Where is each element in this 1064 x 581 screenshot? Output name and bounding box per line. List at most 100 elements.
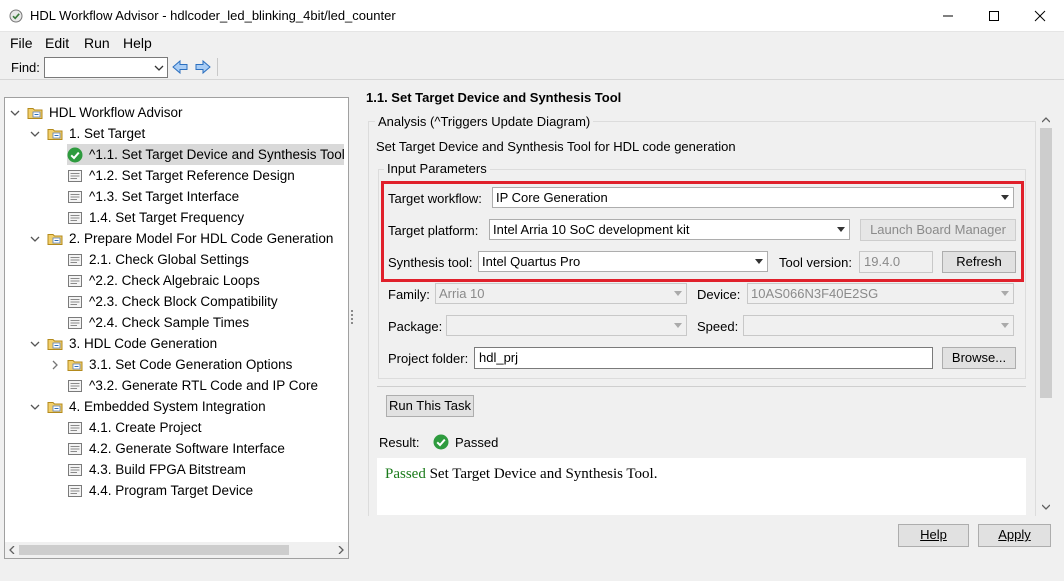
tree-item-label: 4.4. Program Target Device xyxy=(89,483,254,498)
package-label: Package: xyxy=(388,319,443,334)
input-parameters-legend: Input Parameters xyxy=(384,161,490,176)
synthesis-tool-select[interactable]: Intel Quartus Pro xyxy=(478,251,768,272)
tree-item-label: ^1.1. Set Target Device and Synthesis To… xyxy=(89,147,345,162)
folder-icon xyxy=(47,126,63,142)
tree-item[interactable]: ^1.2. Set Target Reference Design xyxy=(49,165,295,186)
arrow-right-icon[interactable] xyxy=(194,59,212,75)
tree-item[interactable]: 2. Prepare Model For HDL Code Generation xyxy=(29,228,333,249)
minimize-button[interactable] xyxy=(925,0,971,31)
find-combobox[interactable] xyxy=(44,57,168,78)
menu-file[interactable]: File xyxy=(10,35,33,51)
tree-item[interactable]: 4. Embedded System Integration xyxy=(29,396,266,417)
refresh-button[interactable]: Refresh xyxy=(942,251,1016,273)
folder-icon xyxy=(47,399,63,415)
menu-edit[interactable]: Edit xyxy=(45,35,69,51)
app-icon xyxy=(9,9,23,23)
task-page-icon xyxy=(67,378,83,394)
tree-item[interactable]: ^2.4. Check Sample Times xyxy=(49,312,249,333)
tool-version-field: 19.4.0 xyxy=(859,251,933,273)
target-workflow-select[interactable]: IP Core Generation xyxy=(492,187,1014,208)
close-button[interactable] xyxy=(1017,0,1063,31)
tree-item-label: 1.4. Set Target Frequency xyxy=(89,210,245,225)
device-value: 10AS066N3F40E2SG xyxy=(751,286,879,301)
run-task-button[interactable]: Run This Task xyxy=(386,395,474,417)
task-page-icon xyxy=(67,273,83,289)
task-page-icon xyxy=(67,189,83,205)
target-platform-value: Intel Arria 10 SoC development kit xyxy=(493,222,690,237)
device-label: Device: xyxy=(697,287,741,302)
maximize-button[interactable] xyxy=(971,0,1017,31)
tree-item[interactable]: 4.2. Generate Software Interface xyxy=(49,438,285,459)
task-page-icon xyxy=(67,252,83,268)
tree-item[interactable]: 3.1. Set Code Generation Options xyxy=(49,354,292,375)
help-button-label: Help xyxy=(920,527,947,542)
tree-item[interactable]: 4.3. Build FPGA Bitstream xyxy=(49,459,246,480)
chevron-down-icon[interactable] xyxy=(9,107,21,119)
scroll-up-icon[interactable] xyxy=(1042,116,1050,124)
tree-item-label: ^2.3. Check Block Compatibility xyxy=(89,294,278,309)
tree-item[interactable]: 4.4. Program Target Device xyxy=(49,480,253,501)
arrow-left-icon[interactable] xyxy=(171,59,189,75)
tree-item-label: 3.1. Set Code Generation Options xyxy=(89,357,293,372)
chevron-down-icon[interactable] xyxy=(29,128,41,140)
apply-button[interactable]: Apply xyxy=(978,524,1051,547)
content-scroll-thumb[interactable] xyxy=(1040,128,1052,398)
apply-button-label: Apply xyxy=(998,527,1031,542)
scroll-left-icon[interactable] xyxy=(8,546,16,554)
synthesis-tool-value: Intel Quartus Pro xyxy=(482,254,581,269)
tree-item-label: 4.1. Create Project xyxy=(89,420,202,435)
speed-select[interactable] xyxy=(743,315,1014,336)
tree-scroll-thumb[interactable] xyxy=(19,545,289,555)
chevron-down-icon[interactable] xyxy=(29,233,41,245)
minimize-icon xyxy=(943,15,953,16)
tree-horizontal-scrollbar[interactable] xyxy=(5,542,348,558)
dropdown-arrow-icon xyxy=(1001,323,1009,328)
tree-item-label: ^3.2. Generate RTL Code and IP Core xyxy=(89,378,318,393)
browse-button[interactable]: Browse... xyxy=(942,347,1016,369)
family-select[interactable]: Arria 10 xyxy=(435,283,687,304)
tree-item[interactable]: ^2.2. Check Algebraic Loops xyxy=(49,270,260,291)
menu-bar: File Edit Run Help xyxy=(0,32,1064,54)
tree-item[interactable]: 1. Set Target xyxy=(29,123,145,144)
task-page-icon xyxy=(67,210,83,226)
chevron-down-icon[interactable] xyxy=(29,338,41,350)
tree-item[interactable]: 4.1. Create Project xyxy=(49,417,202,438)
tree-item[interactable]: HDL Workflow Advisor xyxy=(9,102,183,123)
device-select[interactable]: 10AS066N3F40E2SG xyxy=(747,283,1014,304)
target-platform-select[interactable]: Intel Arria 10 SoC development kit xyxy=(489,219,850,240)
menu-run[interactable]: Run xyxy=(84,35,110,51)
launch-board-manager-button[interactable]: Launch Board Manager xyxy=(860,219,1016,241)
tree-item[interactable]: ^1.1. Set Target Device and Synthesis To… xyxy=(67,144,345,165)
chevron-right-icon[interactable] xyxy=(49,359,61,371)
tree-item-label: ^1.2. Set Target Reference Design xyxy=(89,168,295,183)
splitter-grip[interactable] xyxy=(351,310,354,328)
package-select[interactable] xyxy=(446,315,687,336)
tree-item[interactable]: ^2.3. Check Block Compatibility xyxy=(49,291,278,312)
project-folder-input[interactable]: hdl_prj xyxy=(474,347,933,369)
tree-item[interactable]: ^1.3. Set Target Interface xyxy=(49,186,239,207)
tree-item[interactable]: ^3.2. Generate RTL Code and IP Core xyxy=(49,375,318,396)
dropdown-arrow-icon xyxy=(1001,195,1009,200)
section-divider xyxy=(377,386,1026,387)
tree-item[interactable]: 3. HDL Code Generation xyxy=(29,333,217,354)
window-title: HDL Workflow Advisor - hdlcoder_led_blin… xyxy=(30,8,396,23)
tree-item[interactable]: 1.4. Set Target Frequency xyxy=(49,207,244,228)
scroll-down-icon[interactable] xyxy=(1042,503,1050,511)
scroll-right-icon[interactable] xyxy=(337,546,345,554)
analysis-legend: Analysis (^Triggers Update Diagram) xyxy=(375,114,594,129)
chevron-down-icon[interactable] xyxy=(29,401,41,413)
help-button[interactable]: Help xyxy=(898,524,969,547)
menu-help[interactable]: Help xyxy=(123,35,152,51)
dropdown-arrow-icon xyxy=(674,323,682,328)
result-status: Passed xyxy=(455,435,499,450)
task-page-icon xyxy=(67,168,83,184)
result-message-text: Set Target Device and Synthesis Tool. xyxy=(425,466,658,482)
dropdown-arrow-icon xyxy=(755,259,763,264)
close-icon xyxy=(1034,10,1046,21)
tree-item[interactable]: 2.1. Check Global Settings xyxy=(49,249,249,270)
chevron-down-icon xyxy=(154,65,164,71)
